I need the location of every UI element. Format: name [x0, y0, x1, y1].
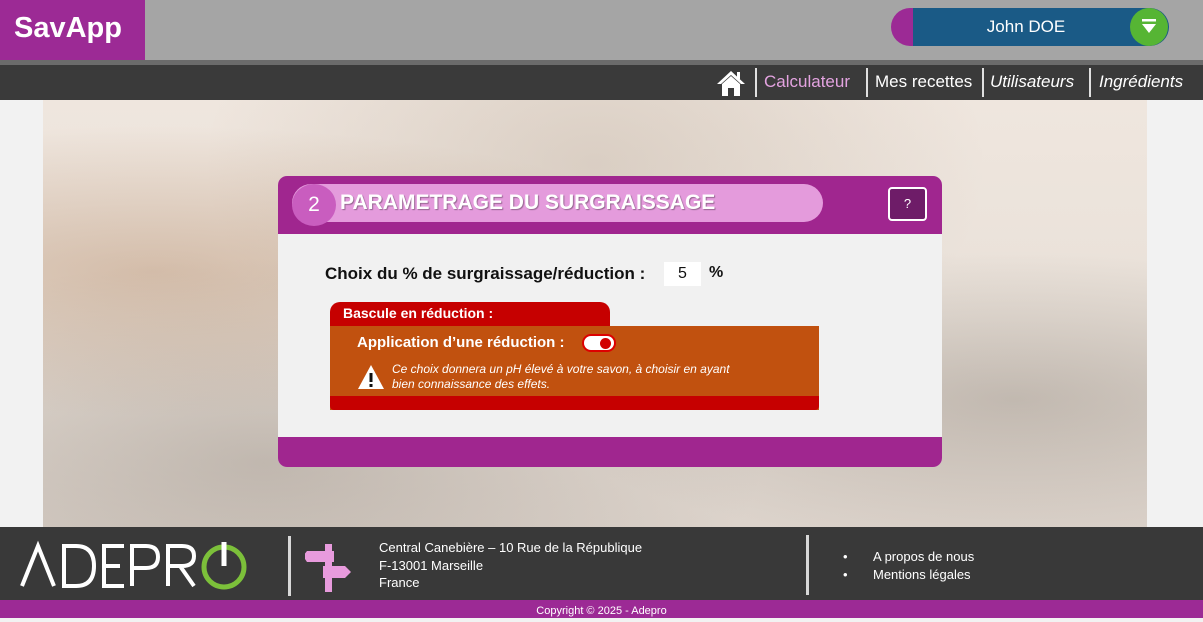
warning-icon [357, 364, 385, 390]
main-nav: Calculateur Mes recettes Utilisateurs In… [0, 65, 1203, 100]
help-button[interactable]: ? [888, 187, 927, 221]
nav-separator [866, 68, 868, 97]
nav-item-ingredients[interactable]: Ingrédients [1099, 65, 1183, 100]
chevron-down-icon [1142, 19, 1156, 33]
surgraissage-label: Choix du % de surgraissage/réduction : [325, 264, 646, 283]
home-icon [717, 71, 745, 96]
address-line: Central Canebière – 10 Rue de la Républi… [379, 540, 643, 555]
signpost-icon [303, 542, 353, 594]
nav-item-calculateur[interactable]: Calculateur [764, 65, 850, 100]
postal-address: Central Canebière – 10 Rue de la Républi… [379, 539, 642, 592]
bascule-panel-footer [330, 396, 819, 410]
nav-item-mes-recettes[interactable]: Mes recettes [875, 65, 972, 100]
footer-links: A propos de nous Mentions légales [843, 548, 974, 583]
footer-link-about[interactable]: A propos de nous [843, 548, 974, 566]
step-number-badge: 2 [292, 184, 336, 226]
nav-separator [755, 68, 757, 97]
nav-separator [1089, 68, 1091, 97]
surgraissage-percent-input[interactable]: 5 [664, 262, 701, 286]
bascule-title: Bascule en réduction : [330, 302, 610, 326]
address-line: France [379, 575, 420, 590]
address-line: F-13001 Marseille [379, 557, 484, 573]
footer-divider [806, 535, 809, 595]
card-footer [278, 437, 942, 467]
app-logo[interactable]: SavApp [0, 0, 145, 60]
nav-home[interactable] [716, 69, 746, 97]
toggle-knob [600, 338, 611, 349]
user-menu[interactable]: John DOE [891, 8, 1169, 46]
nav-separator [982, 68, 984, 97]
user-menu-toggle-button[interactable] [1130, 8, 1168, 46]
copyright-bar: Copyright © 2025 - Adepro [0, 600, 1203, 618]
footer-divider [288, 536, 291, 596]
apply-reduction-label: Application d’une réduction : [357, 334, 565, 351]
adepro-logo[interactable] [20, 540, 252, 592]
percent-unit: % [709, 264, 724, 281]
footer-link-legal[interactable]: Mentions légales [843, 566, 974, 584]
card-title: PARAMETRAGE DU SURGRAISSAGE [340, 191, 716, 214]
apply-reduction-toggle[interactable] [582, 334, 616, 352]
nav-item-utilisateurs[interactable]: Utilisateurs [990, 65, 1074, 100]
warning-text: Ce choix donnera un pH élevé à votre sav… [392, 362, 730, 391]
